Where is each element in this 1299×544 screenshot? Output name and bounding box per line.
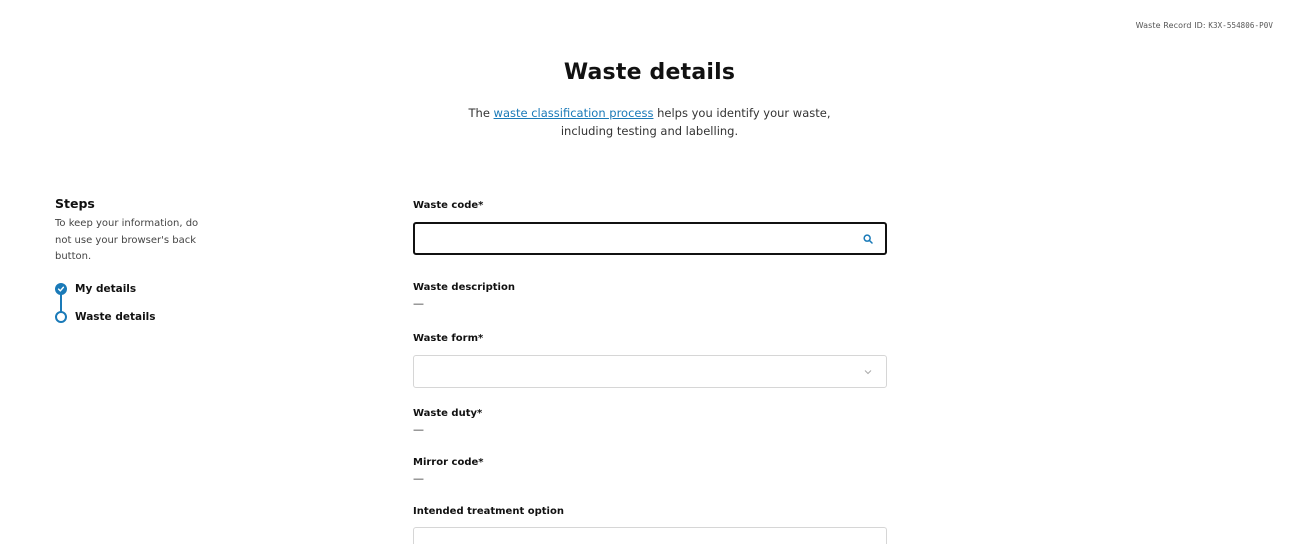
waste-duty-value: — bbox=[413, 423, 424, 436]
current-step-circle-icon bbox=[55, 310, 67, 323]
steps-note: To keep your information, do not use you… bbox=[55, 218, 199, 262]
chevron-down-icon bbox=[864, 370, 872, 375]
waste-description-label: Waste description bbox=[413, 282, 515, 293]
waste-form-select[interactable] bbox=[413, 355, 887, 388]
intended-treatment-label: Intended treatment option bbox=[413, 506, 564, 517]
step-my-details[interactable]: My details bbox=[55, 282, 215, 296]
intro-suffix: helps you identify your waste, bbox=[653, 106, 831, 120]
page-title: Waste details bbox=[563, 60, 736, 85]
steps-heading: Steps bbox=[55, 196, 95, 211]
waste-duty-label: Waste duty* bbox=[413, 408, 483, 419]
intro-line-2: including testing and labelling. bbox=[560, 123, 739, 138]
steps-panel: Steps To keep your information, do not u… bbox=[55, 196, 215, 338]
waste-record-id: Waste Record ID: K3X-554806-P0V bbox=[1136, 21, 1273, 30]
waste-details-form: Waste code* Waste description — Waste fo… bbox=[413, 200, 887, 544]
waste-form-label: Waste form* bbox=[413, 333, 484, 344]
step-label: My details bbox=[75, 282, 137, 295]
page-intro: The waste classification process helps y… bbox=[0, 105, 1299, 140]
step-waste-details: Waste details bbox=[55, 310, 215, 324]
mirror-code-value: — bbox=[413, 472, 424, 485]
record-id-value: K3X-554806-P0V bbox=[1208, 21, 1273, 30]
mirror-code-label: Mirror code* bbox=[413, 457, 484, 468]
waste-code-label: Waste code* bbox=[413, 200, 484, 211]
waste-code-input[interactable] bbox=[415, 224, 835, 253]
waste-code-search[interactable] bbox=[413, 222, 887, 255]
check-icon bbox=[55, 282, 67, 295]
step-list: My details Waste details bbox=[55, 282, 215, 324]
search-icon[interactable] bbox=[863, 234, 873, 244]
waste-classification-link[interactable]: waste classification process bbox=[494, 106, 654, 120]
record-id-label: Waste Record ID: bbox=[1135, 21, 1206, 30]
step-label: Waste details bbox=[75, 310, 156, 323]
waste-description-value: — bbox=[413, 297, 424, 310]
intro-prefix: The bbox=[468, 106, 494, 120]
intended-treatment-select[interactable] bbox=[413, 527, 887, 544]
